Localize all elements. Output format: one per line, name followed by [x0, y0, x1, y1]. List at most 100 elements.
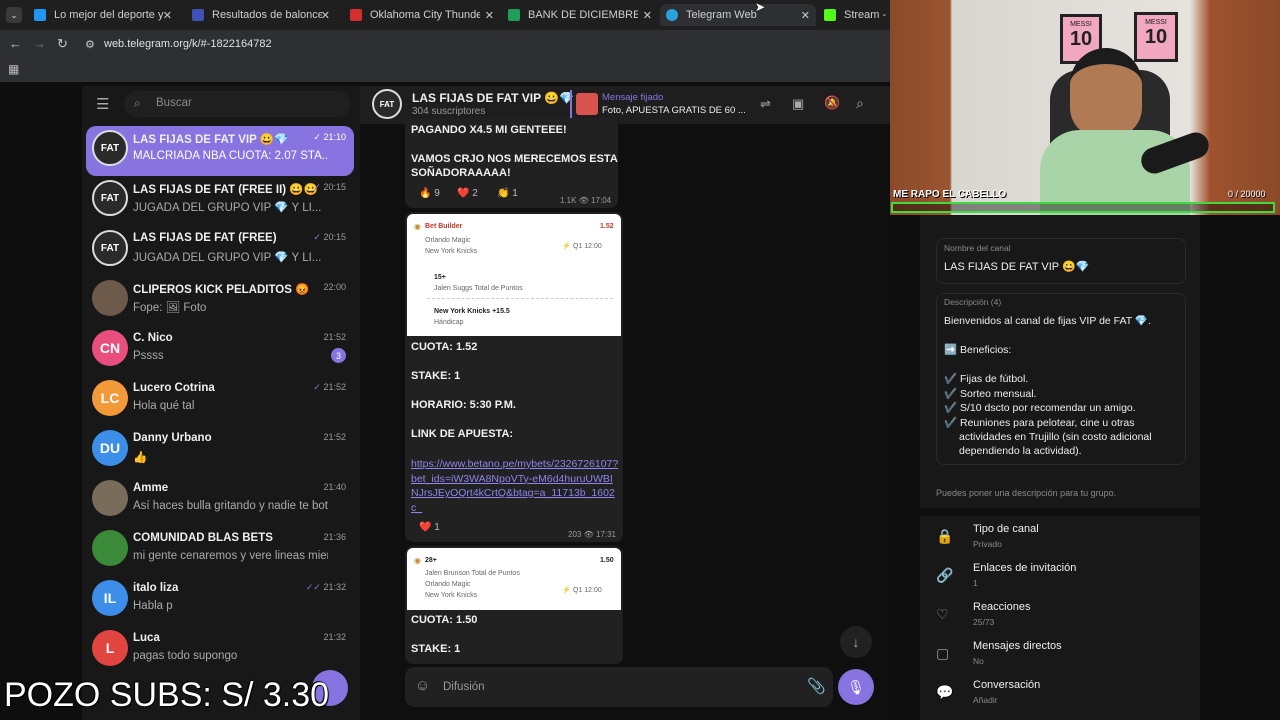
description-field[interactable]: Descripción (4) Bienvenidos al canal de … — [936, 293, 1186, 465]
chat-item-blas-bets[interactable]: COMUNIDAD BLAS BETS 21:36 mi gente cenar… — [86, 526, 354, 576]
chat-snippet: Habla p — [133, 600, 173, 612]
tab-bank[interactable]: BANK DE DICIEMBRE ✕ — [502, 4, 658, 26]
chat-item-fat-free-ii[interactable]: FAT LAS FIJAS DE FAT (FREE II) 😀😀 ✓ 20:1… — [86, 176, 354, 226]
site-info-icon[interactable]: ⚙ — [85, 38, 95, 51]
chat-name: LAS FIJAS DE FAT (FREE II) 😀😀 — [133, 184, 318, 196]
channel-name-field[interactable]: Nombre del canal LAS FIJAS DE FAT VIP 😀💎 — [936, 238, 1186, 284]
message-text: CUOTA: 1.50 — [411, 614, 478, 626]
chat-item-fat-free[interactable]: FAT LAS FIJAS DE FAT (FREE) ✓ 20:15 JUGA… — [86, 226, 354, 276]
tab-baloncesto[interactable]: Resultados de baloncesto en d✕ — [186, 4, 336, 26]
tab-label: Stream - Kick — [844, 9, 890, 21]
voice-record-button[interactable]: 🎙 — [838, 669, 874, 705]
channel-name-input[interactable]: LAS FIJAS DE FAT VIP 😀💎 — [944, 260, 1089, 273]
tab-telegram[interactable]: Telegram Web ✕ — [660, 4, 816, 26]
tab-favicon-icon — [192, 9, 204, 21]
tab-label: Oklahoma City Thunder - San A — [370, 9, 480, 21]
setting-reactions[interactable]: ♡ Reacciones 25/73 — [936, 598, 1186, 634]
chat-name: C. Nico — [133, 332, 173, 344]
mute-bell-icon[interactable]: 🔕 — [824, 95, 840, 111]
back-icon[interactable]: ← — [9, 36, 22, 51]
chat-time: 21:40 — [323, 482, 346, 492]
reaction-heart[interactable]: ❤️ 1 — [419, 522, 440, 533]
search-chat-icon[interactable]: ⌕ — [856, 95, 864, 112]
discussion-icon[interactable]: ▣ — [792, 96, 804, 112]
chat-item-fat-vip[interactable]: FAT LAS FIJAS DE FAT VIP 😀💎 ✓ 21:10 MALC… — [86, 126, 354, 176]
tab-close-icon[interactable]: ✕ — [163, 9, 172, 22]
filter-icon[interactable]: ⇌ — [760, 96, 771, 112]
tab-close-icon[interactable]: ✕ — [485, 9, 494, 22]
tab-thunder[interactable]: Oklahoma City Thunder - San A ✕ — [344, 4, 500, 26]
jersey-name: MESSI — [1145, 19, 1167, 26]
description-line: ✔️ Reuniones para pelotear, cine u otras — [944, 417, 1135, 429]
composer[interactable]: ☺ Difusión 📎 — [405, 667, 833, 707]
description-line: ✔️ Sorteo mensual. — [944, 388, 1037, 400]
chat-item-danny[interactable]: DU Danny Urbano 21:52 👍 — [86, 426, 354, 476]
message-text: SOÑADORAAAAA! — [411, 167, 511, 179]
chat-time: ✓ 21:10 — [313, 132, 346, 143]
channel-avatar[interactable]: FAT — [372, 89, 402, 119]
tab-kick[interactable]: Stream - Kick — [818, 4, 890, 26]
avatar — [92, 530, 128, 566]
pinned-label: Mensaje fijado — [602, 92, 664, 103]
bet-card[interactable]: ◉ Bet Builder 1.52 Orlando Magic New Yor… — [407, 214, 621, 336]
webcam-overlay: MESSI 10 MESSI 10 ME RAPO EL CABELLO 0 /… — [890, 0, 1280, 215]
url-field[interactable]: web.telegram.org/k/#-1822164782 — [104, 38, 272, 50]
unread-badge: 3 — [331, 348, 346, 363]
chat-subtitle: 304 suscriptores — [412, 106, 486, 117]
chat-item-lucero[interactable]: LC Lucero Cotrina ✓ 21:52 Hola qué tal — [86, 376, 354, 426]
chat-item-luca[interactable]: L Luca 21:32 pagas todo supongo — [86, 626, 354, 676]
avatar: FAT — [92, 230, 128, 266]
tab-close-icon[interactable]: ✕ — [321, 9, 330, 22]
message-bubble: ◉ 28+ 1.50 Jalen Brunson Total de Puntos… — [405, 546, 623, 664]
chat-time-value: 21:52 — [323, 382, 346, 392]
setting-channel-type[interactable]: 🔒 Tipo de canal Privado — [936, 520, 1186, 556]
reaction-clap[interactable]: 👏 1 — [497, 188, 518, 199]
reaction-fire[interactable]: 🔥 9 — [419, 188, 440, 199]
read-check-icon: ✓ — [313, 232, 324, 242]
read-check-icon: ✓ — [313, 182, 324, 192]
tab-close-icon[interactable]: ✕ — [801, 9, 810, 22]
message-time: 17:04 — [591, 196, 612, 205]
setting-invite-links[interactable]: 🔗 Enlaces de invitación 1 — [936, 559, 1186, 595]
chat-time: ✓✓ 21:32 — [306, 582, 346, 593]
section-divider — [920, 508, 1200, 516]
setting-direct-messages[interactable]: ▢ Mensajes directos No — [936, 637, 1186, 673]
attach-icon[interactable]: 📎 — [807, 677, 826, 695]
setting-label: Reacciones — [973, 601, 1031, 613]
tab-deporte[interactable]: Lo mejor del deporte y el entr✕ — [28, 4, 178, 26]
chat-title[interactable]: LAS FIJAS DE FAT VIP 😀💎 — [412, 91, 574, 105]
setting-conversation[interactable]: 💬 Conversación Añadir — [936, 676, 1186, 712]
emoji-icon[interactable]: ☺ — [415, 677, 430, 694]
message-input[interactable]: Difusión — [443, 681, 485, 693]
bet-card[interactable]: ◉ 28+ 1.50 Jalen Brunson Total de Puntos… — [407, 548, 621, 610]
tab-close-icon[interactable]: ✕ — [643, 9, 652, 22]
chat-item-cliperos[interactable]: CLIPEROS KICK PELADITOS 😡 22:00 Fope: 🖼 … — [86, 276, 354, 326]
chat-item-amme[interactable]: Amme 21:40 Así haces bulla gritando y na… — [86, 476, 354, 526]
team-home: Orlando Magic — [425, 581, 471, 588]
heart-icon: ♡ — [936, 606, 949, 622]
hamburger-menu-icon[interactable]: ☰ — [96, 95, 109, 113]
search-box[interactable]: ⌕ Buscar — [124, 91, 350, 117]
subs-pot-overlay: POZO SUBS: S/ 3.30 — [4, 676, 330, 714]
scroll-down-button[interactable]: ↓ — [840, 626, 872, 658]
chat-item-c-nico[interactable]: CN C. Nico 21:52 Pssss 3 — [86, 326, 354, 376]
avatar: FAT — [92, 180, 128, 216]
setting-value: Añadir — [973, 695, 998, 705]
chat-name: Luca — [133, 632, 160, 644]
bet-card-sub: Jalen Brunson Total de Puntos — [425, 570, 520, 577]
pinned-bar[interactable]: Mensaje fijado Foto, APUESTA GRATIS DE 6… — [570, 90, 746, 120]
game-clock: Q1 12:00 — [573, 243, 602, 250]
reaction-heart[interactable]: ❤️ 2 — [457, 188, 478, 199]
bet-link[interactable]: https://www.betano.pe/mybets/2326726107?… — [411, 457, 619, 515]
field-label: Nombre del canal — [944, 243, 1011, 253]
chat-time: 21:32 — [323, 632, 346, 642]
apps-grid-icon[interactable]: ▦ — [8, 62, 19, 76]
forward-icon[interactable]: → — [33, 36, 46, 51]
tab-list-button[interactable]: ⌄ — [6, 7, 22, 23]
link-icon: 🔗 — [936, 567, 954, 583]
search-input[interactable]: Buscar — [156, 97, 192, 109]
chat-snippet: 👍 — [133, 452, 148, 464]
reload-icon[interactable]: ↻ — [57, 36, 68, 52]
avatar — [92, 280, 128, 316]
chat-item-italo[interactable]: IL italo liza ✓✓ 21:32 Habla p — [86, 576, 354, 626]
